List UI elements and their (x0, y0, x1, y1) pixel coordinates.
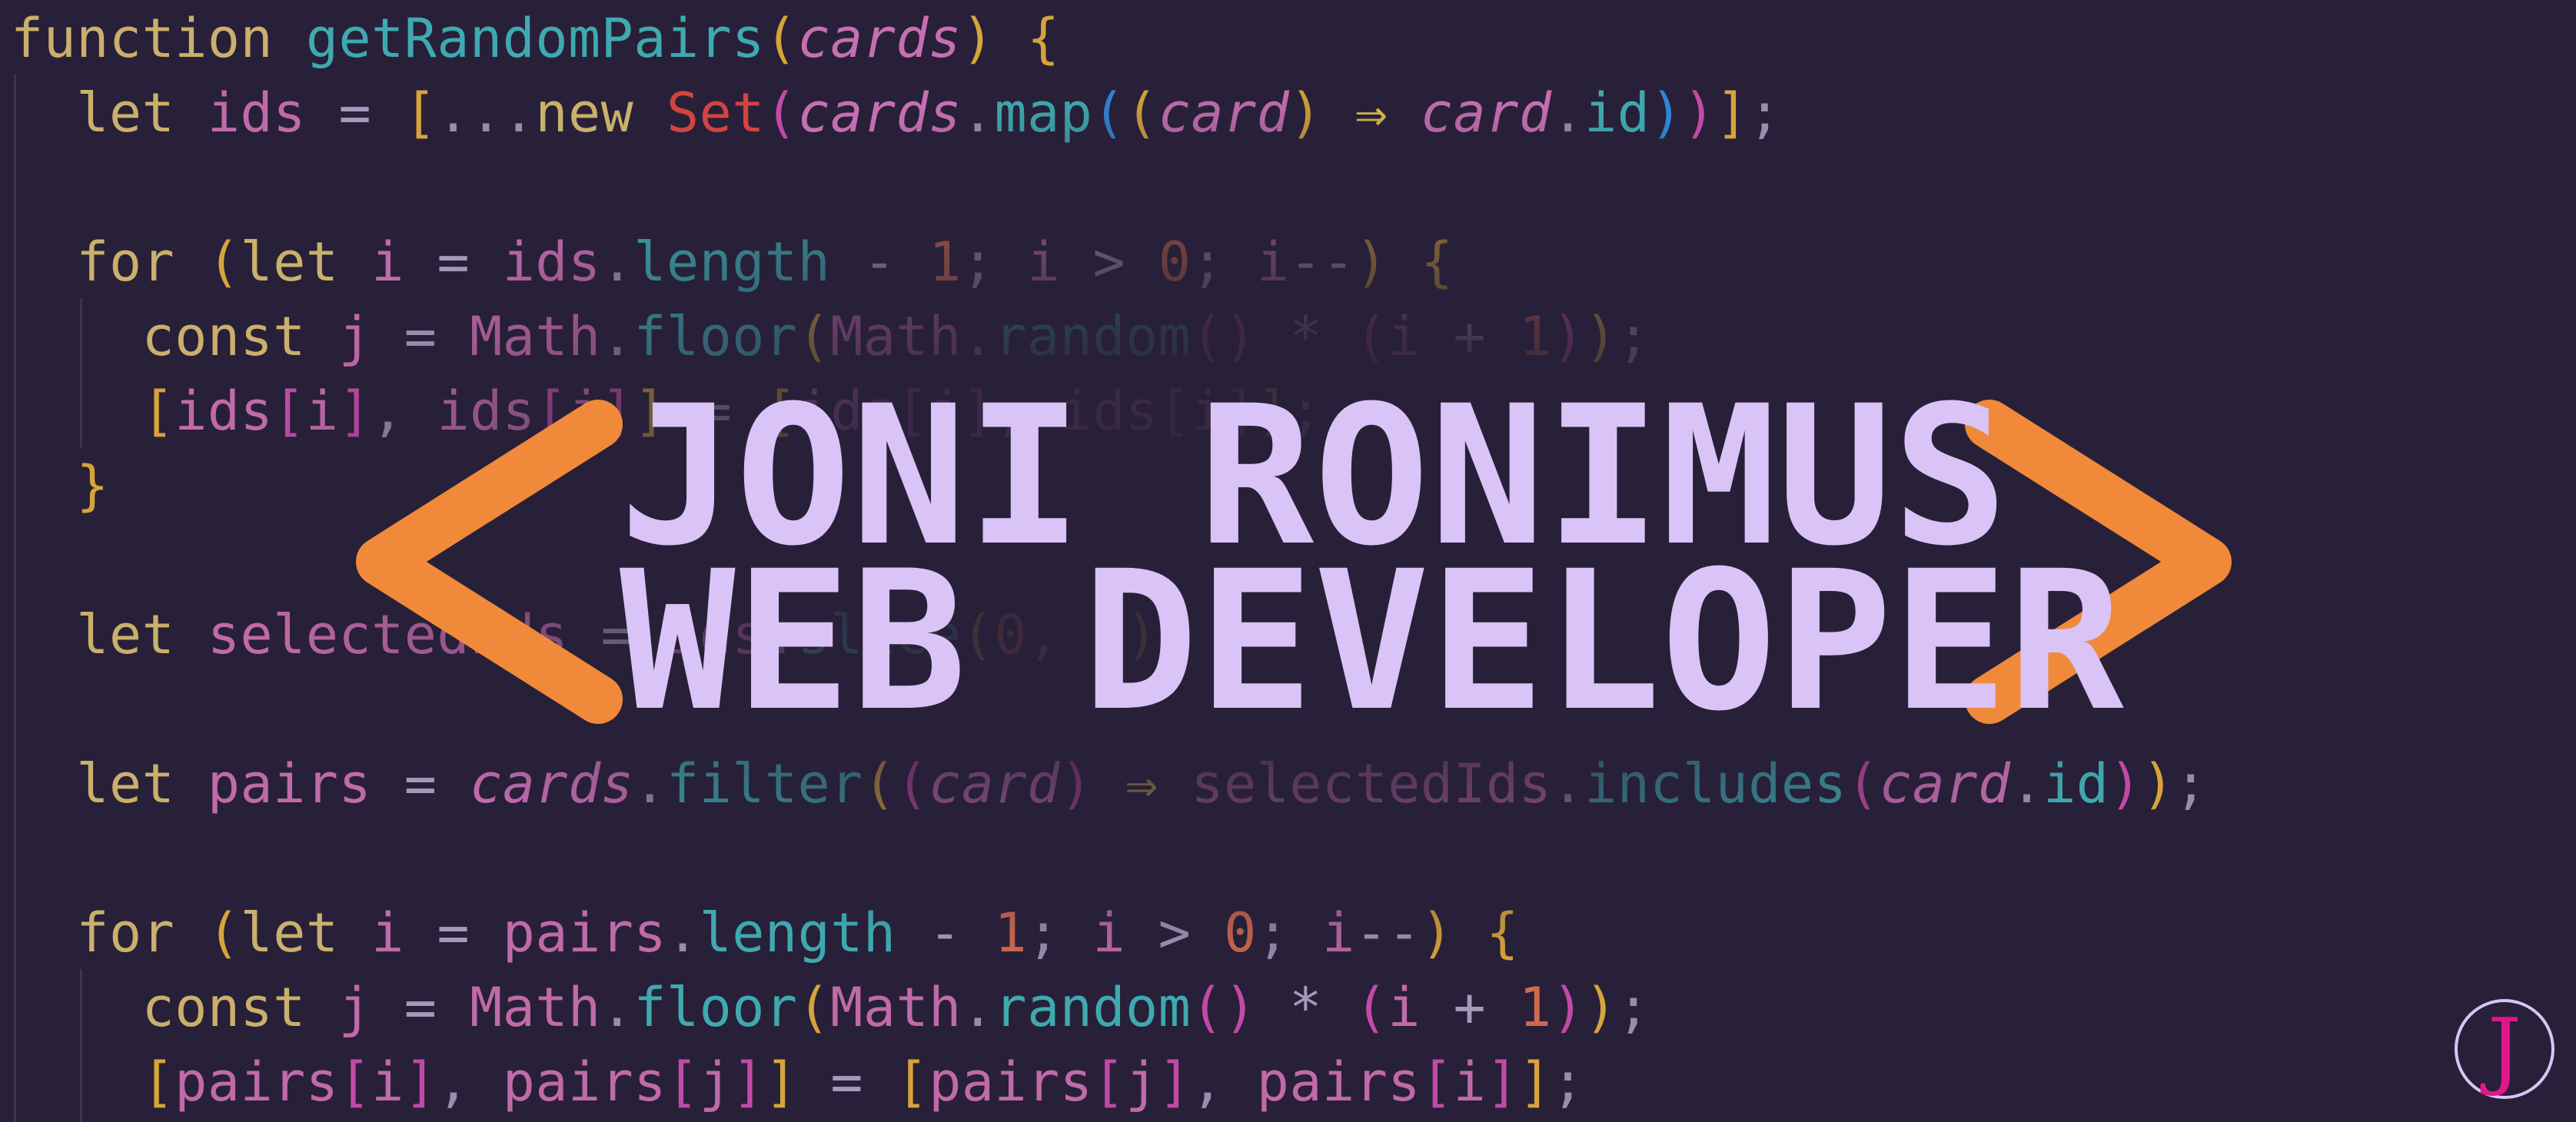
left-angle-bracket-icon (356, 400, 623, 724)
monogram-letter: J (2487, 1000, 2522, 1098)
hero-banner: function getRandomPairs(cards) { let ids… (0, 0, 2576, 1122)
brand-role: WEB DEVELOPER (620, 529, 2124, 753)
monogram-badge: J (2455, 999, 2554, 1099)
